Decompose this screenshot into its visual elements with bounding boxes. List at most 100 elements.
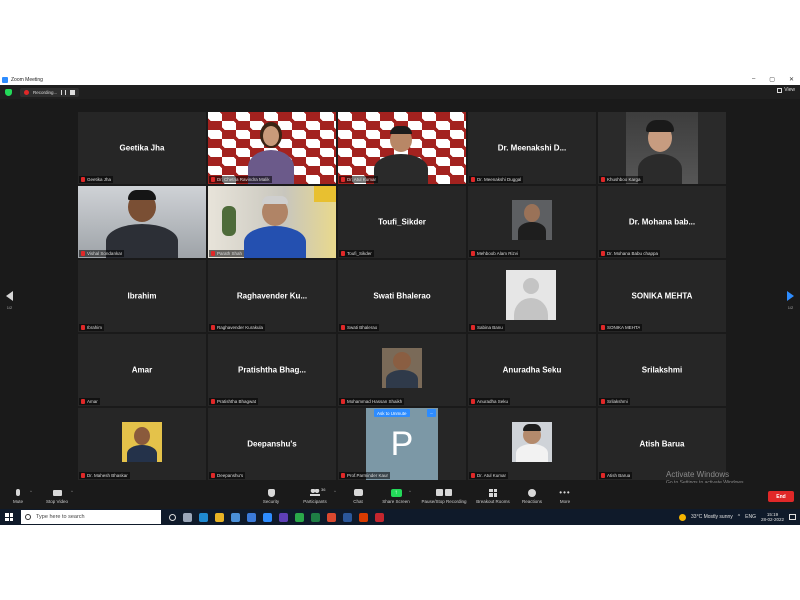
minimize-button[interactable]: – — [752, 76, 755, 83]
participant-caption: Atish Barua — [599, 472, 633, 479]
security-button[interactable]: Security — [249, 488, 293, 504]
share-options-caret-icon[interactable]: ^ — [409, 489, 411, 494]
tile-more-button[interactable]: ... — [427, 409, 436, 417]
participant-caption-text: Dr. Mohana Babu chappa — [607, 251, 659, 256]
next-page-button[interactable]: 1/2 — [787, 291, 794, 310]
participant-photo — [382, 348, 422, 388]
recording-label: Recording... — [33, 89, 58, 95]
taskbar-clock[interactable]: 15:19 28-02-2022 — [761, 512, 784, 522]
participant-tile[interactable]: Dr. Mohana bab... Dr. Mohana Babu chappa — [598, 186, 726, 258]
muted-mic-icon — [601, 325, 605, 330]
participants-button[interactable]: Participants — [293, 488, 337, 504]
participant-caption: Mehboob Alam Rizvi — [469, 250, 521, 257]
participant-tile[interactable]: Mehboob Alam Rizvi — [468, 186, 596, 258]
stop-recording-icon[interactable] — [70, 89, 76, 95]
breakout-rooms-icon — [489, 488, 497, 497]
excel-icon[interactable] — [311, 512, 320, 522]
taskbar-search-input[interactable]: Type here to search — [21, 510, 161, 524]
participant-tile[interactable]: Deepanshu's Deepanshu's — [208, 408, 336, 480]
participant-caption-text: Amar — [87, 399, 98, 404]
prev-page-button[interactable]: 1/2 — [6, 291, 13, 310]
ask-to-unmute-button[interactable]: Ask to Unmute — [374, 409, 410, 417]
participant-tile[interactable]: Srilakshmi Srilakshmi — [598, 334, 726, 406]
word-icon[interactable] — [343, 512, 352, 522]
participant-tile[interactable]: Toufi_Sikder Toufi_Sikder — [338, 186, 466, 258]
participant-caption-text: Khushboo Karga — [607, 177, 641, 182]
participant-tile[interactable]: Sabina Banu — [468, 260, 596, 332]
encryption-shield-icon[interactable] — [5, 88, 12, 96]
edge-browser-icon[interactable] — [199, 512, 208, 522]
more-button[interactable]: ••• More — [543, 488, 587, 504]
notification-center-icon[interactable] — [789, 514, 796, 520]
breakout-rooms-label: Breakout Rooms — [476, 499, 510, 504]
video-options-caret-icon[interactable]: ^ — [71, 489, 73, 494]
mail-icon[interactable] — [247, 512, 256, 522]
chrome-icon[interactable] — [295, 512, 304, 522]
windows-start-icon[interactable] — [5, 513, 13, 521]
zoom-taskbar-icon[interactable] — [263, 512, 272, 522]
mute-label: Mute — [12, 499, 23, 504]
chrome-profile-icon[interactable] — [327, 512, 336, 522]
participant-caption-text: Mehboob Alam Rizvi — [477, 251, 519, 256]
participant-tile[interactable]: Amar Amar — [78, 334, 206, 406]
participant-tile[interactable]: SONIKA MEHTA SONIKA MEHTA — [598, 260, 726, 332]
store-icon[interactable] — [231, 512, 240, 522]
acrobat-icon[interactable] — [375, 512, 384, 522]
participant-tile[interactable]: Parath Shah — [208, 186, 336, 258]
muted-mic-icon — [341, 399, 345, 404]
language-indicator[interactable]: ENG — [745, 514, 756, 520]
weather-sun-icon[interactable] — [679, 513, 687, 521]
participant-caption-text: Raghavender Kurakula — [217, 325, 264, 330]
meeting-toolbar: Mute ^ Stop Video ^ Security Participant… — [0, 483, 800, 512]
cortana-icon[interactable] — [169, 513, 176, 521]
participant-name-large: Dr. Mohana bab... — [628, 217, 696, 227]
task-view-icon[interactable] — [183, 512, 192, 522]
participant-caption: Dr. Atul Kumar — [339, 176, 379, 183]
participants-icon — [310, 489, 320, 496]
muted-mic-icon — [81, 399, 85, 404]
tray-chevron-up-icon[interactable]: ^ — [738, 514, 740, 520]
audio-options-caret-icon[interactable]: ^ — [30, 489, 32, 494]
maximize-button[interactable]: ▢ — [769, 76, 775, 83]
participant-caption: Prof.Parminder Kaur — [339, 472, 391, 479]
participant-tile[interactable]: Ibrahim Ibrahim — [78, 260, 206, 332]
pause-recording-icon[interactable] — [61, 89, 67, 95]
breakout-rooms-button[interactable]: Breakout Rooms — [471, 488, 515, 504]
participant-tile[interactable]: Dr. Meenakshi D... Dr. Meenakshi Duggal — [468, 112, 596, 184]
participant-tile[interactable]: Mohammad Hassan Shaikh — [338, 334, 466, 406]
participant-tile[interactable]: Vishal Sondankar — [78, 186, 206, 258]
participant-tile[interactable]: Anuradha Seku Anuradha Seku — [468, 334, 596, 406]
security-shield-icon — [267, 488, 275, 497]
close-button[interactable]: ✕ — [789, 76, 794, 83]
participant-caption-text: Dr. Meenakshi Duggal — [477, 177, 522, 182]
participant-tile[interactable]: Swati Bhalerao Swati Bhalerao — [338, 260, 466, 332]
teams-icon[interactable] — [279, 512, 288, 522]
muted-mic-icon — [471, 251, 475, 256]
participant-tile[interactable]: Dr. Chetna Ravindra Malik — [208, 112, 336, 184]
view-label: View — [784, 87, 795, 93]
participant-tile[interactable]: P Ask to Unmute ... Prof.Parminder Kaur — [338, 408, 466, 480]
participant-caption: Anuradha Seku — [469, 398, 511, 405]
powerpoint-icon[interactable] — [359, 512, 368, 522]
end-meeting-button[interactable]: End — [768, 491, 794, 502]
share-screen-button[interactable]: ↑ Share Screen — [374, 488, 418, 504]
participant-tile[interactable]: Khushboo Karga — [598, 112, 726, 184]
participant-photo — [512, 422, 552, 462]
participant-tile-active-speaker[interactable]: Dr. Atul Kumar — [338, 112, 466, 184]
mute-button[interactable]: Mute — [0, 488, 40, 504]
participant-tile[interactable]: Dr. Mahesh Bhaskar — [78, 408, 206, 480]
pause-stop-recording-button[interactable]: Pause/Stop Recording — [421, 488, 467, 504]
participant-caption: Dr. Atul Kumar — [469, 472, 509, 479]
participant-tile[interactable]: Dr. Atul Kumar — [468, 408, 596, 480]
participant-face — [263, 126, 279, 146]
participant-caption-text: Pratishtha Bhagwat — [217, 399, 257, 404]
zoom-window: Zoom Meeting – ▢ ✕ Recording... View 1/2… — [0, 75, 800, 525]
file-explorer-icon[interactable] — [215, 512, 224, 522]
participant-caption: Dr. Mahesh Bhaskar — [79, 472, 130, 479]
participant-tile[interactable]: Pratishtha Bhag... Pratishtha Bhagwat — [208, 334, 336, 406]
share-screen-arrow-icon: ↑ — [390, 488, 402, 497]
view-button[interactable]: View — [777, 87, 795, 93]
weather-text[interactable]: 33°C Mostly sunny — [691, 514, 733, 520]
participant-tile[interactable]: Geetika Jha Geetika Jha — [78, 112, 206, 184]
participant-tile[interactable]: Raghavender Ku... Raghavender Kurakula — [208, 260, 336, 332]
